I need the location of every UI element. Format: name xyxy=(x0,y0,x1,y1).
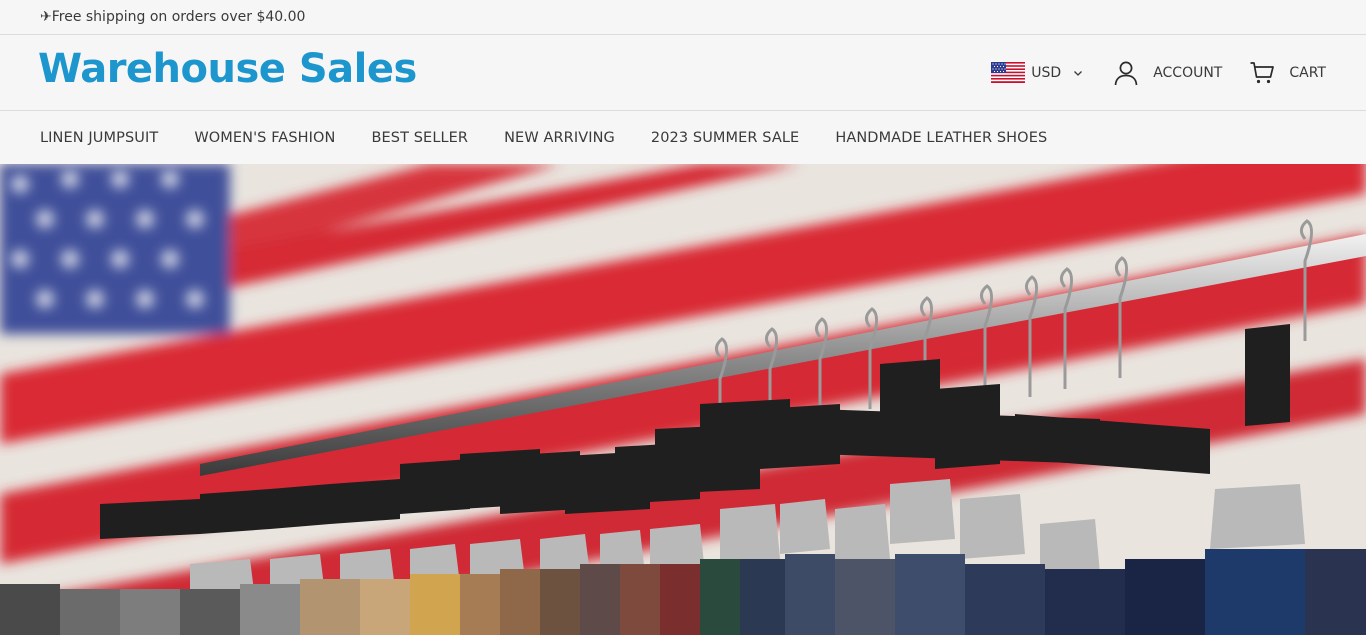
announcement-text: ✈Free shipping on orders over $40.00 xyxy=(40,9,306,25)
nav-item-new-arriving[interactable]: NEW ARRIVING xyxy=(504,130,615,146)
account-link[interactable]: ACCOUNT xyxy=(1113,60,1222,86)
main-nav: LINEN JUMPSUIT WOMEN'S FASHION BEST SELL… xyxy=(0,111,1366,164)
account-label: ACCOUNT xyxy=(1153,64,1223,81)
user-icon xyxy=(1114,61,1138,85)
us-flag-icon xyxy=(991,62,1026,83)
hero-banner xyxy=(0,164,1366,635)
cart-icon xyxy=(1250,61,1275,83)
currency-label: USD xyxy=(1031,64,1062,81)
announcement-bar: ✈Free shipping on orders over $40.00 xyxy=(0,0,1366,35)
nav-item-womens-fashion[interactable]: WOMEN'S FASHION xyxy=(194,130,335,146)
chevron-down-icon xyxy=(1074,70,1083,76)
nav-item-linen-jumpsuit[interactable]: LINEN JUMPSUIT xyxy=(40,130,158,146)
header-actions: USD ACCOUNT CART xyxy=(991,35,1326,110)
cart-link[interactable]: CART xyxy=(1249,60,1326,86)
site-header: Warehouse Sales USD ACCOUNT CART xyxy=(0,35,1366,111)
nav-item-handmade-leather-shoes[interactable]: HANDMADE LEATHER SHOES xyxy=(835,130,1047,146)
nav-item-best-seller[interactable]: BEST SELLER xyxy=(371,130,468,146)
currency-selector[interactable]: USD xyxy=(991,62,1083,83)
site-logo[interactable]: Warehouse Sales xyxy=(38,46,417,92)
hero-image xyxy=(0,164,1366,635)
cart-label: CART xyxy=(1289,64,1326,81)
nav-item-2023-summer-sale[interactable]: 2023 SUMMER SALE xyxy=(651,130,799,146)
